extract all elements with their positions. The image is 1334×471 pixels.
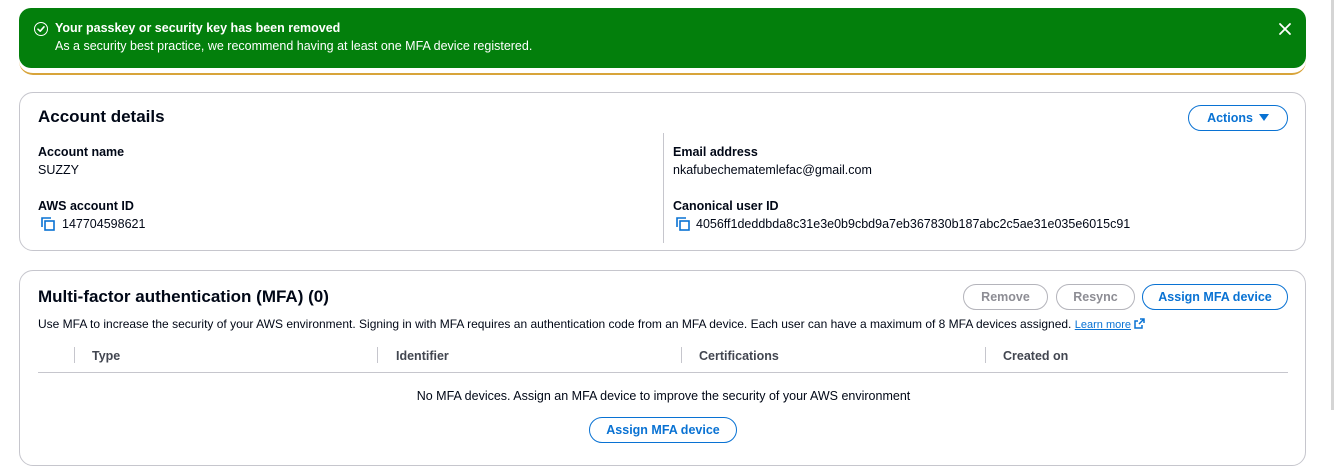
email-value: nkafubechematemlefac@gmail.com (673, 163, 872, 177)
column-header-certifications[interactable]: Certifications (699, 349, 779, 363)
column-separator (377, 347, 378, 363)
column-divider (663, 133, 664, 243)
column-separator (681, 347, 682, 363)
external-link-icon[interactable] (1134, 318, 1146, 329)
success-check-icon (34, 22, 48, 36)
actions-label: Actions (1207, 111, 1253, 125)
flash-message: As a security best practice, we recommen… (55, 39, 533, 53)
flash-title: Your passkey or security key has been re… (55, 21, 341, 35)
column-header-type[interactable]: Type (92, 349, 120, 363)
column-header-identifier[interactable]: Identifier (396, 349, 449, 363)
assign-mfa-device-button[interactable]: Assign MFA device (1142, 284, 1288, 310)
caret-down-icon (1258, 114, 1269, 121)
success-flash-banner: Your passkey or security key has been re… (19, 8, 1306, 68)
column-header-created-on[interactable]: Created on (1003, 349, 1068, 363)
account-details-panel: Account details Actions Account name SUZ… (19, 92, 1306, 251)
mfa-table-header: Type Identifier Certifications Created o… (38, 343, 1288, 373)
copy-icon[interactable] (41, 217, 55, 231)
column-separator (74, 347, 75, 363)
account-details-title: Account details (38, 107, 165, 126)
learn-more-label: Learn more (1074, 319, 1132, 331)
column-separator (985, 347, 986, 363)
remove-button[interactable]: Remove (963, 284, 1048, 310)
canonical-id-label: Canonical user ID (673, 199, 779, 213)
mfa-description: Use MFA to increase the security of your… (38, 317, 1146, 331)
learn-more-link[interactable]: Learn more (1075, 319, 1131, 331)
close-icon[interactable] (1276, 20, 1294, 38)
account-name-label: Account name (38, 145, 125, 159)
account-id-value: 147704598621 (62, 217, 146, 231)
empty-state-message: No MFA devices. Assign an MFA device to … (416, 389, 911, 403)
canonical-id-value: 4056ff1deddbda8c31e3e0b9cbd9a7eb367830b1… (696, 217, 1131, 231)
resync-button[interactable]: Resync (1056, 284, 1135, 310)
empty-assign-mfa-device-button[interactable]: Assign MFA device (589, 417, 737, 443)
copy-icon[interactable] (676, 217, 690, 231)
account-name-value: SUZZY (38, 163, 79, 177)
mfa-panel: Multi-factor authentication (MFA) (0) Re… (19, 270, 1306, 466)
email-label: Email address (673, 145, 758, 159)
account-id-label: AWS account ID (38, 199, 134, 213)
actions-dropdown-button[interactable]: Actions (1188, 105, 1288, 131)
mfa-description-text: Use MFA to increase the security of your… (38, 317, 1072, 331)
mfa-title: Multi-factor authentication (MFA) (0) (38, 287, 329, 306)
